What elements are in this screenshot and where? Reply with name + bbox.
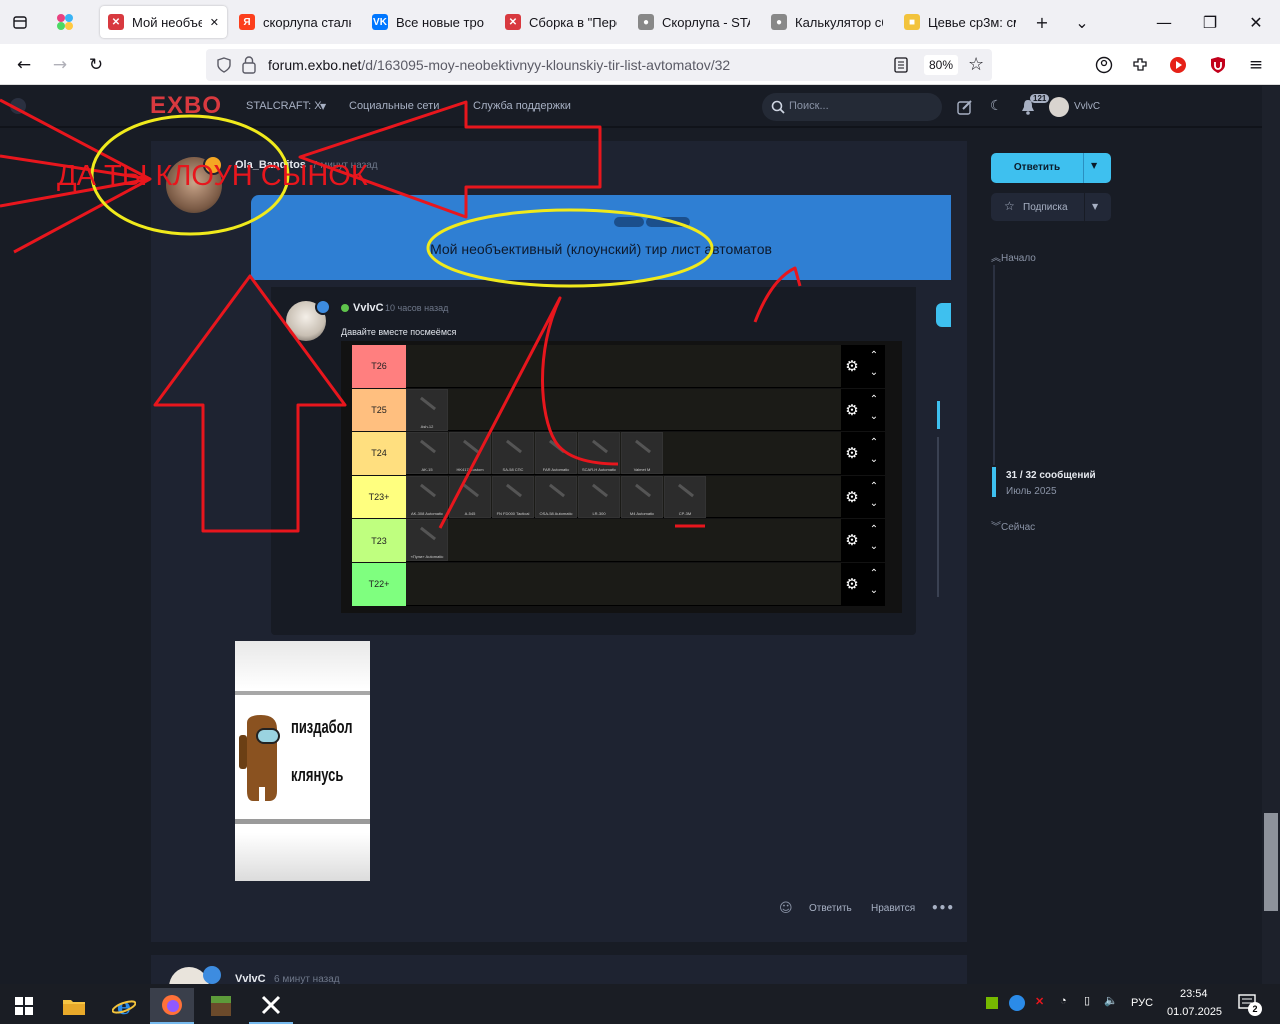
new-tab-button[interactable]: +: [1030, 10, 1054, 34]
url-domain: forum.exbo.net: [268, 57, 362, 73]
tab-label: Калькулятор сбо: [795, 14, 883, 30]
annotation-overlay: [0, 98, 802, 533]
exbo-launcher-icon[interactable]: [249, 988, 293, 1024]
tab-label: Сборка в "Пере: [529, 14, 617, 30]
menu-icon[interactable]: ≡: [1242, 52, 1270, 78]
account-icon[interactable]: [1090, 52, 1118, 78]
windows-taskbar: e ✕ ◔ ▯ 🔈 РУС 23:54 01.07.2025 2: [0, 984, 1280, 1024]
exbo-tray-icon[interactable]: ✕: [1035, 995, 1044, 1008]
explorer-icon[interactable]: [52, 988, 96, 1024]
url-path: /d/163095-moy-neobektivnyy-klounskiy-tir…: [361, 57, 731, 73]
notification-count: 2: [1248, 1002, 1262, 1016]
back-button[interactable]: ←: [10, 52, 38, 78]
browser-tab[interactable]: ● Скорлупа - STAL: [630, 6, 758, 38]
tab-favicon-icon: ✕: [505, 14, 521, 30]
youtube-extension-icon[interactable]: [1164, 52, 1192, 78]
browser-tab[interactable]: VK Все новые троф: [364, 6, 492, 38]
yellow-circle-title: [426, 208, 714, 288]
start-icon[interactable]: [2, 988, 46, 1024]
reader-view-icon[interactable]: [894, 57, 908, 73]
red-tick: [753, 266, 802, 323]
volume-icon[interactable]: 🔈: [1104, 994, 1118, 1007]
clock-date[interactable]: 01.07.2025: [1167, 1006, 1222, 1018]
red-arrow-up: [153, 274, 347, 533]
browser-tab[interactable]: ✕ Мой необъек ✕: [100, 6, 227, 38]
clock-time[interactable]: 23:54: [1180, 988, 1208, 1000]
tab-favicon-icon: Я: [239, 14, 255, 30]
tab-label: Все новые троф: [396, 14, 484, 30]
tab-favicon-icon: ✕: [108, 14, 124, 30]
tab-overview-icon[interactable]: [8, 10, 32, 34]
tab-list-button[interactable]: ⌄: [1070, 10, 1094, 34]
url-bar[interactable]: forum.exbo.net/d/163095-moy-neobektivnyy…: [206, 49, 992, 81]
extensions-icon[interactable]: [1126, 52, 1154, 78]
tab-label: Мой необъек: [132, 14, 202, 30]
zoom-level[interactable]: 80%: [924, 55, 958, 75]
nvidia-tray-icon[interactable]: [986, 997, 998, 1009]
browser-tab[interactable]: ✕ Сборка в "Пере: [497, 6, 625, 38]
extension-icon[interactable]: [53, 10, 77, 34]
wifi-icon[interactable]: ◔: [1060, 995, 1067, 1007]
language-indicator[interactable]: РУС: [1131, 997, 1153, 1009]
firefox-icon[interactable]: [150, 988, 194, 1024]
browser-tab-strip: ✕ Мой необъек ✕ Яскорлупа сталкр VK Все новые…: [0, 0, 1280, 44]
reload-button[interactable]: ↻: [82, 52, 110, 78]
tab-favicon-icon: ●: [771, 14, 787, 30]
close-window-button[interactable]: ✕: [1244, 10, 1268, 34]
bookmark-star-icon[interactable]: ☆: [968, 54, 984, 75]
minecraft-icon[interactable]: [199, 988, 243, 1024]
minimize-button[interactable]: —: [1152, 10, 1176, 34]
battery-icon[interactable]: ▯: [1084, 994, 1090, 1007]
overlay-caption: ДА ТЫ КЛОУН СЫНОК: [57, 160, 368, 192]
close-tab-icon[interactable]: ✕: [210, 16, 219, 29]
browser-tab[interactable]: ● Калькулятор сбо: [763, 6, 891, 38]
red-scribble-line: [438, 296, 619, 529]
ublock-icon[interactable]: [1204, 52, 1232, 78]
browser-nav-bar: ← → ↻ forum.exbo.net/d/163095-moy-neobek…: [0, 44, 1280, 85]
svg-text:e: e: [117, 994, 131, 1018]
browser-tab[interactable]: ■ Цевье ср3м: смо: [896, 6, 1024, 38]
tab-label: скорлупа сталкр: [263, 14, 351, 30]
tab-favicon-icon: ■: [904, 14, 920, 30]
browser-tab[interactable]: Яскорлупа сталкр: [231, 6, 359, 38]
tab-label: Цевье ср3м: смо: [928, 14, 1016, 30]
tab-favicon-icon: VK: [372, 14, 388, 30]
tab-label: Скорлупа - STAL: [662, 14, 750, 30]
url-text[interactable]: forum.exbo.net/d/163095-moy-neobektivnyy…: [268, 57, 730, 73]
shield-icon[interactable]: [216, 57, 232, 73]
tray-app-icon[interactable]: [1009, 995, 1025, 1011]
tab-favicon-icon: ●: [638, 14, 654, 30]
ie-icon[interactable]: e: [102, 988, 146, 1024]
forward-button[interactable]: →: [46, 52, 74, 78]
lock-icon[interactable]: [242, 56, 256, 74]
maximize-button[interactable]: ❐: [1198, 10, 1222, 34]
